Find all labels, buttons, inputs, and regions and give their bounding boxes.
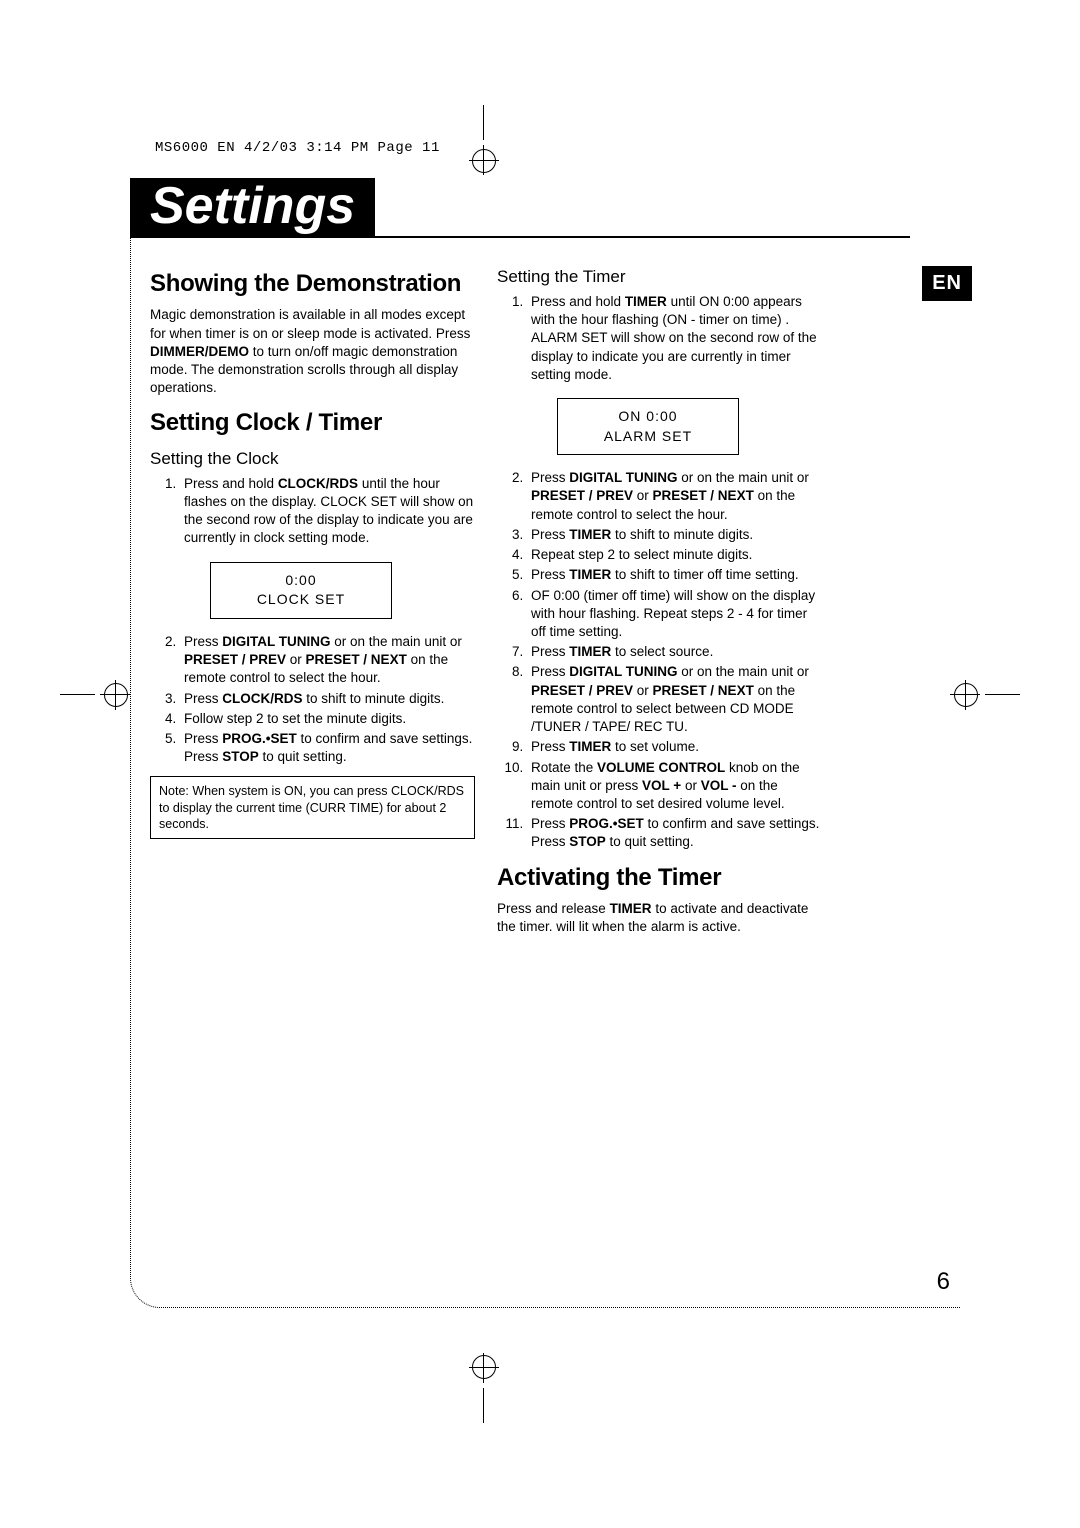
page-number: 6 [937,1268,950,1296]
crop-mark-left [60,680,120,710]
page-border [130,178,960,1308]
language-tab: EN [922,266,972,301]
page: Settings EN Showing the Demonstration Ma… [130,178,950,1308]
crop-mark-top [469,105,499,165]
crop-mark-right [960,680,1020,710]
crop-mark-bottom [469,1363,499,1423]
crop-header: MS6000 EN 4/2/03 3:14 PM Page 11 [155,140,440,156]
